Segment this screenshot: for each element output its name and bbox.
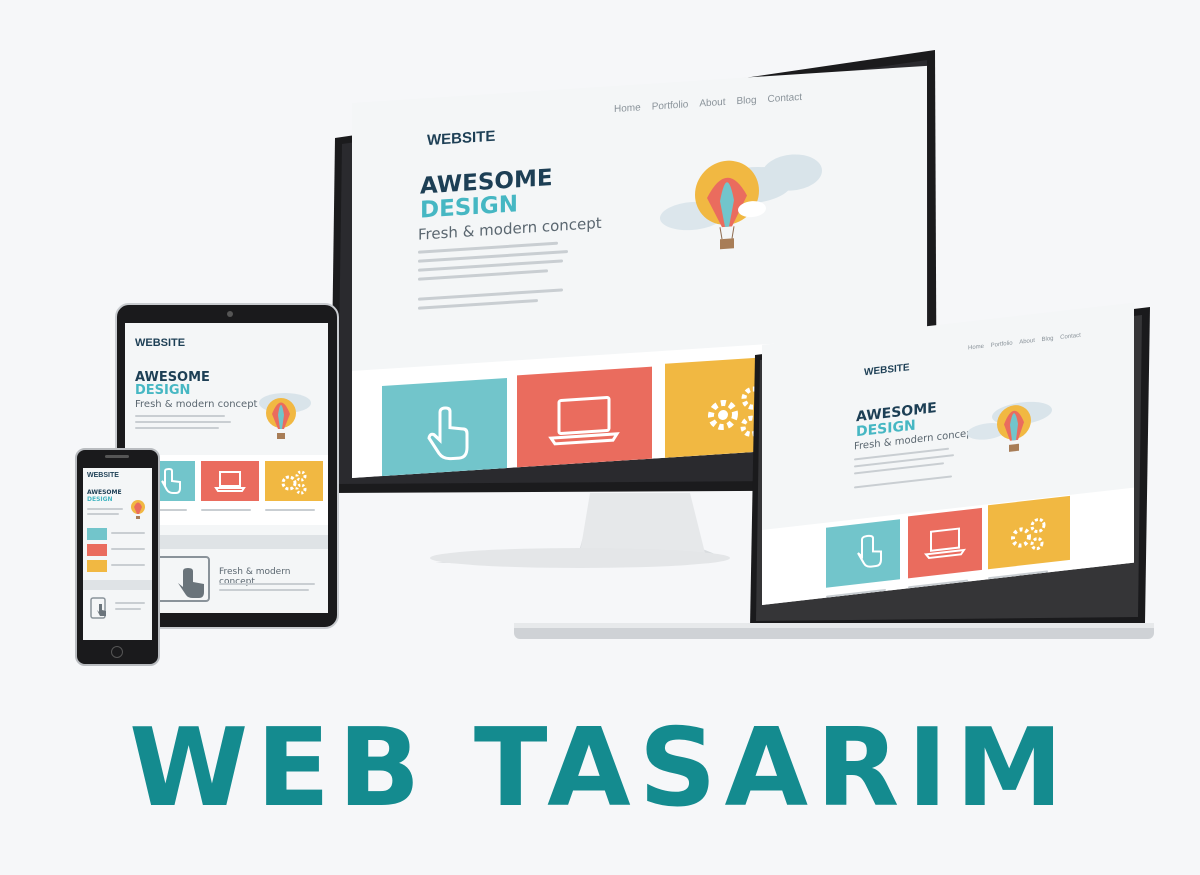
touch-hand-icon	[156, 556, 210, 602]
gears-icon	[1011, 518, 1046, 551]
hot-air-balloon-icon	[131, 500, 145, 519]
nav-about[interactable]: About	[699, 97, 725, 110]
laptop: WEBSITE Home Portfolio About Blog Contact AW…	[510, 302, 1160, 645]
phone-screen: WEBSITE AWESOME DESIGN	[83, 468, 152, 640]
hot-air-balloon-icon	[259, 393, 311, 439]
nav-contact[interactable]: Contact	[768, 92, 802, 105]
phone-headline-2: DESIGN	[87, 496, 113, 503]
laptop-icon	[924, 527, 966, 560]
hand-pointer-icon	[857, 534, 882, 568]
hot-air-balloon-icon	[967, 401, 1052, 452]
laptop-tile-laptop[interactable]	[908, 507, 982, 579]
tablet-tile-settings[interactable]	[265, 461, 323, 501]
nav-portfolio[interactable]: Portfolio	[991, 340, 1013, 349]
page-title: WEB TASARIM	[129, 706, 1071, 831]
smartphone: WEBSITE AWESOME DESIGN	[75, 448, 160, 666]
laptop-screen: WEBSITE Home Portfolio About Blog Contact AW…	[762, 302, 1134, 605]
phone-tile-settings[interactable]	[87, 560, 107, 572]
laptop-icon	[214, 471, 246, 492]
phone-brand: WEBSITE	[87, 472, 119, 479]
tablet-brand: WEBSITE	[135, 337, 186, 349]
monitor-brand: WEBSITE	[427, 127, 496, 150]
nav-home[interactable]: Home	[968, 344, 984, 352]
touch-hand-icon	[90, 597, 106, 619]
tablet-tile-laptop[interactable]	[201, 461, 259, 501]
nav-home[interactable]: Home	[614, 102, 641, 115]
laptop-tile-touch[interactable]	[826, 519, 900, 588]
nav-about[interactable]: About	[1019, 338, 1035, 346]
nav-blog[interactable]: Blog	[1042, 336, 1054, 343]
phone-tile-laptop[interactable]	[87, 544, 107, 556]
monitor-headline-2: DESIGN	[420, 191, 519, 224]
hand-pointer-icon	[427, 406, 469, 461]
phone-tile-touch[interactable]	[87, 528, 107, 540]
laptop-brand: WEBSITE	[864, 362, 910, 379]
nav-contact[interactable]: Contact	[1060, 333, 1081, 341]
tablet-headline-2: DESIGN	[135, 383, 191, 398]
nav-blog[interactable]: Blog	[737, 95, 757, 107]
monitor-tile-touch[interactable]	[382, 377, 507, 479]
laptop-tile-settings[interactable]	[988, 495, 1070, 570]
hot-air-balloon-icon	[660, 154, 822, 250]
monitor-nav: Home Portfolio About Blog Contact	[614, 91, 813, 115]
laptop-nav: Home Portfolio About Blog Contact	[968, 332, 1087, 352]
nav-portfolio[interactable]: Portfolio	[652, 99, 689, 112]
gears-icon	[281, 470, 307, 495]
tablet-subhead: Fresh & modern concept	[135, 399, 258, 410]
